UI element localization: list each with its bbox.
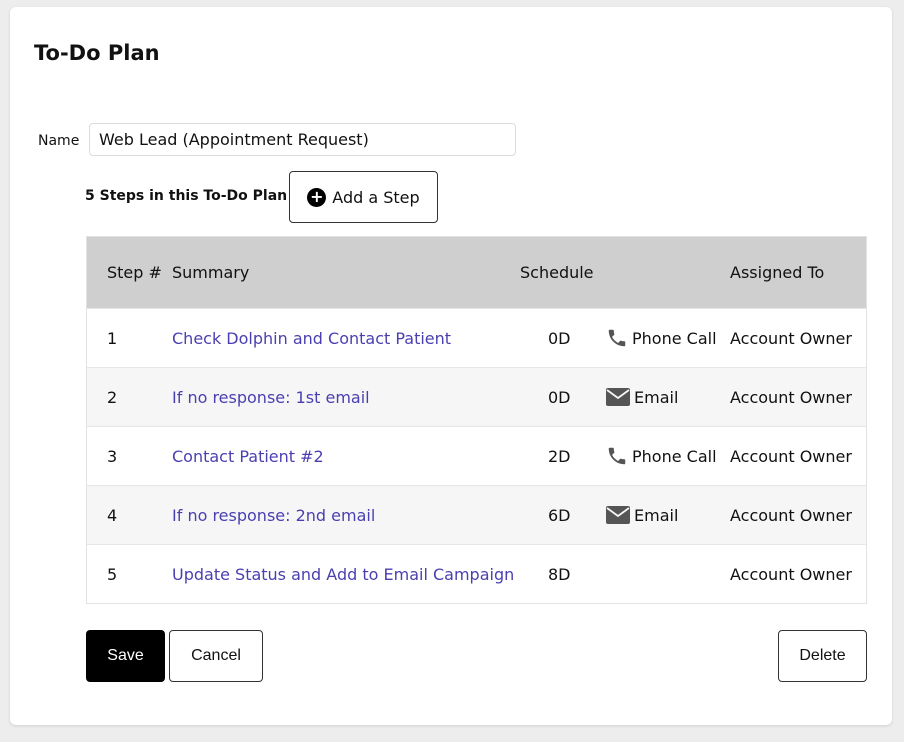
step-number: 3: [107, 446, 118, 466]
step-type: Email: [606, 368, 678, 426]
step-type-label: Phone Call: [632, 328, 717, 348]
step-schedule: 0D: [548, 387, 571, 407]
cancel-button[interactable]: Cancel: [169, 630, 263, 682]
envelope-icon: [606, 388, 630, 406]
step-type: Email: [606, 486, 678, 544]
step-type-label: Phone Call: [632, 446, 717, 466]
add-step-button[interactable]: + Add a Step: [289, 171, 438, 223]
step-assigned-to: Account Owner: [730, 328, 852, 348]
step-assigned-to: Account Owner: [730, 387, 852, 407]
delete-button[interactable]: Delete: [778, 630, 867, 682]
step-summary-link[interactable]: Update Status and Add to Email Campaign: [172, 545, 514, 603]
step-number: 4: [107, 505, 118, 525]
header-assigned-to: Assigned To: [730, 263, 825, 282]
steps-count-text: 5 Steps in this To-Do Plan: [85, 188, 288, 204]
phone-icon: [606, 445, 628, 467]
table-row[interactable]: 2 If no response: 1st email 0D Email Acc…: [87, 367, 866, 426]
table-row[interactable]: 5 Update Status and Add to Email Campaig…: [87, 544, 866, 603]
name-label: Name: [38, 133, 80, 149]
step-type: Phone Call: [606, 427, 717, 485]
header-summary: Summary: [172, 263, 250, 282]
step-number: 2: [107, 387, 118, 407]
header-schedule: Schedule: [520, 263, 594, 282]
step-summary-link[interactable]: Check Dolphin and Contact Patient: [172, 309, 451, 367]
phone-icon: [606, 327, 628, 349]
step-summary-link[interactable]: If no response: 2nd email: [172, 486, 375, 544]
step-summary-link[interactable]: Contact Patient #2: [172, 427, 324, 485]
step-assigned-to: Account Owner: [730, 505, 852, 525]
save-button[interactable]: Save: [86, 630, 165, 682]
steps-table: Step # Summary Schedule Assigned To 1 Ch…: [86, 236, 867, 604]
step-assigned-to: Account Owner: [730, 446, 852, 466]
page-title: To-Do Plan: [34, 41, 160, 65]
step-type-label: Email: [634, 505, 679, 525]
add-step-label: Add a Step: [332, 187, 420, 207]
step-schedule: 0D: [548, 328, 571, 348]
step-type-label: Email: [634, 387, 679, 407]
step-type: Phone Call: [606, 309, 717, 367]
plus-circle-icon: +: [307, 187, 327, 207]
table-row[interactable]: 3 Contact Patient #2 2D Phone Call Accou…: [87, 426, 866, 485]
step-schedule: 6D: [548, 505, 571, 525]
envelope-icon: [606, 506, 630, 524]
table-header: Step # Summary Schedule Assigned To: [87, 237, 866, 308]
step-number: 1: [107, 328, 118, 348]
table-row[interactable]: 4 If no response: 2nd email 6D Email Acc…: [87, 485, 866, 544]
step-number: 5: [107, 564, 118, 584]
header-step: Step #: [107, 263, 162, 282]
step-assigned-to: Account Owner: [730, 564, 852, 584]
name-input[interactable]: [89, 123, 516, 156]
table-row[interactable]: 1 Check Dolphin and Contact Patient 0D P…: [87, 308, 866, 367]
step-summary-link[interactable]: If no response: 1st email: [172, 368, 370, 426]
step-schedule: 2D: [548, 446, 571, 466]
step-schedule: 8D: [548, 564, 571, 584]
